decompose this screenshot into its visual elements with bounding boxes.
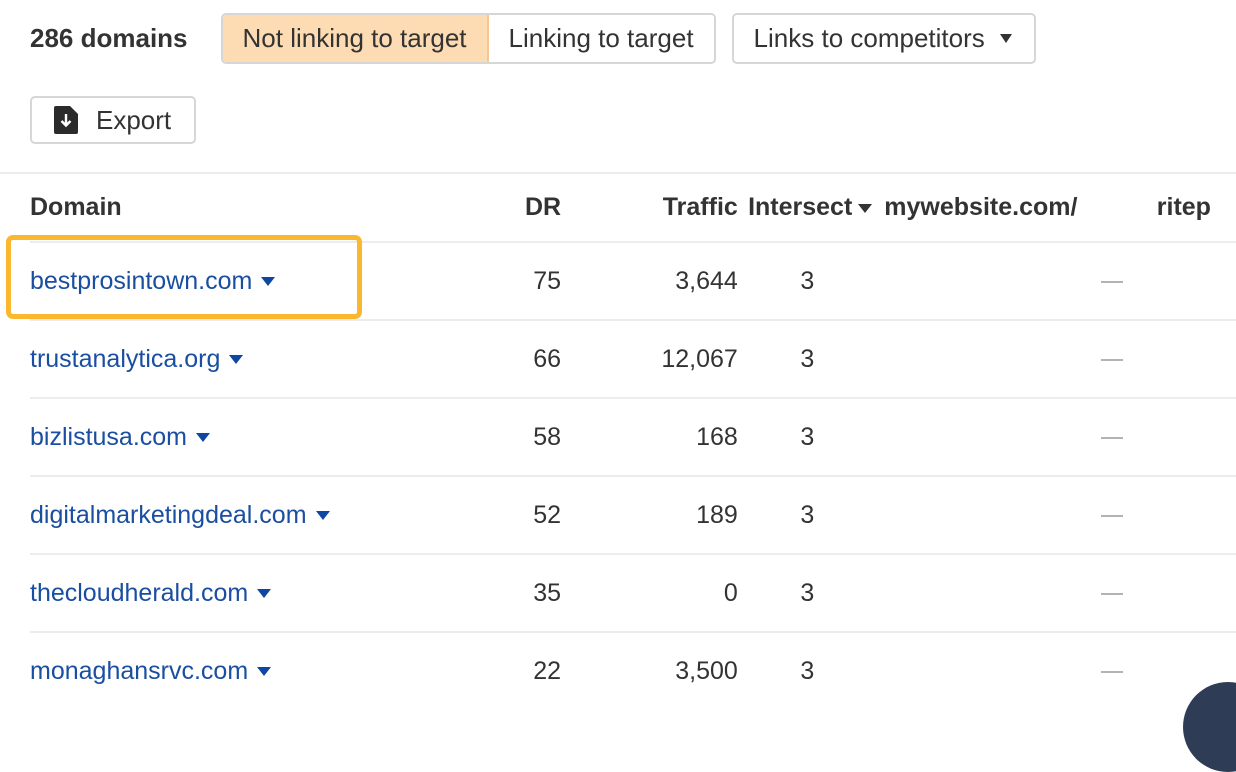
domain-link[interactable]: thecloudherald.com [30, 579, 248, 607]
export-button[interactable]: Export [30, 96, 196, 144]
column-header-dr[interactable]: DR [438, 174, 561, 242]
empty-dash-icon [1100, 592, 1123, 595]
domains-table: Domain DR Traffic Intersect mywebsite.co… [30, 174, 1236, 709]
caret-down-icon[interactable] [257, 589, 272, 599]
table-row: thecloudherald.com 35 0 3 [30, 553, 1236, 632]
caret-down-icon[interactable] [229, 355, 244, 365]
filter-not-linking-button[interactable]: Not linking to target [222, 15, 489, 62]
links-to-competitors-dropdown[interactable]: Links to competitors [731, 13, 1036, 64]
intersect-value: 3 [800, 422, 815, 451]
intersect-value: 3 [800, 578, 815, 607]
domain-link[interactable]: trustanalytica.org [30, 345, 220, 373]
empty-dash-icon [1100, 358, 1123, 361]
table-row: digitalmarketingdeal.com 52 189 3 [30, 475, 1236, 554]
traffic-value: 189 [561, 475, 738, 554]
column-header-mywebsite[interactable]: mywebsite.com/ [872, 174, 1126, 242]
traffic-value: 3,644 [561, 241, 738, 320]
caret-down-icon[interactable] [257, 667, 272, 677]
domain-link[interactable]: monaghansrvc.com [30, 657, 248, 685]
caret-down-icon[interactable] [315, 511, 330, 521]
caret-down-icon[interactable] [261, 277, 276, 287]
export-label: Export [96, 104, 172, 135]
traffic-value: 0 [561, 553, 738, 632]
sort-desc-icon [858, 203, 873, 213]
traffic-value: 3,500 [561, 631, 738, 709]
column-header-competitor[interactable]: ritep [1127, 174, 1236, 242]
dr-value: 66 [437, 319, 562, 398]
chevron-down-icon [999, 34, 1012, 43]
table-row: monaghansrvc.com 22 3,500 3 [30, 631, 1236, 709]
empty-dash-icon [1100, 436, 1123, 439]
dr-value: 52 [437, 475, 562, 554]
toolbar: 286 domains Not linking to target Linkin… [30, 13, 1036, 64]
intersect-value: 3 [800, 500, 815, 529]
caret-down-icon[interactable] [196, 433, 210, 443]
column-header-traffic[interactable]: Traffic [561, 174, 738, 242]
intersect-value: 3 [800, 656, 815, 685]
domain-count: 286 domains [30, 23, 188, 53]
domain-link[interactable]: digitalmarketingdeal.com [30, 501, 307, 529]
dr-value: 58 [437, 397, 562, 476]
file-download-icon [54, 106, 78, 134]
dr-value: 75 [437, 241, 562, 320]
domain-link[interactable]: bizlistusa.com [30, 423, 187, 451]
traffic-value: 12,067 [561, 319, 738, 398]
table-row: bestprosintown.com 75 3,644 3 [30, 241, 1236, 320]
filter-linking-button[interactable]: Linking to target [488, 15, 714, 62]
column-header-domain[interactable]: Domain [30, 174, 438, 242]
empty-dash-icon [1100, 670, 1123, 673]
table-row: trustanalytica.org 66 12,067 3 [30, 319, 1236, 398]
table-row: bizlistusa.com 58 168 3 [30, 397, 1236, 476]
empty-dash-icon [1100, 514, 1123, 517]
column-header-intersect-label: Intersect [748, 193, 853, 221]
domain-link[interactable]: bestprosintown.com [30, 267, 252, 295]
intersect-value: 3 [800, 344, 815, 373]
links-to-competitors-label: Links to competitors [753, 23, 985, 53]
column-header-intersect[interactable]: Intersect [738, 174, 873, 242]
link-filter-group: Not linking to target Linking to target [220, 13, 716, 64]
intersect-value: 3 [800, 266, 815, 295]
dr-value: 22 [437, 631, 562, 709]
traffic-value: 168 [561, 397, 738, 476]
dr-value: 35 [437, 553, 562, 632]
empty-dash-icon [1100, 280, 1123, 283]
table-header: Domain DR Traffic Intersect mywebsite.co… [30, 174, 1236, 242]
